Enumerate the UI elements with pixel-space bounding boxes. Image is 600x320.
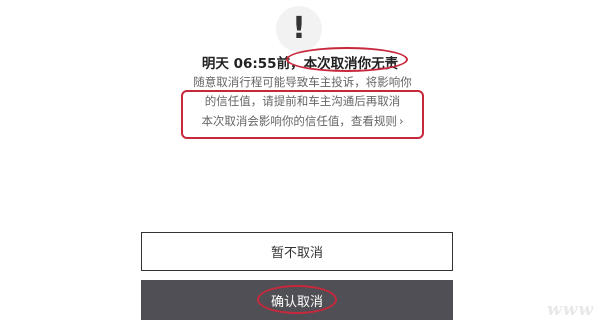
annotation-rect-desc	[181, 90, 424, 139]
annotation-ellipse-title	[286, 47, 408, 72]
keep-button[interactable]: 暂不取消	[141, 232, 453, 271]
exclamation-icon: !	[276, 6, 322, 52]
watermark: www	[547, 300, 594, 320]
keep-button-label: 暂不取消	[270, 246, 323, 261]
annotation-ellipse-confirm	[257, 285, 337, 314]
desc-line-1: 随意取消行程可能导致车主投诉，将影响你	[193, 75, 412, 89]
exclamation-glyph: !	[292, 11, 306, 46]
